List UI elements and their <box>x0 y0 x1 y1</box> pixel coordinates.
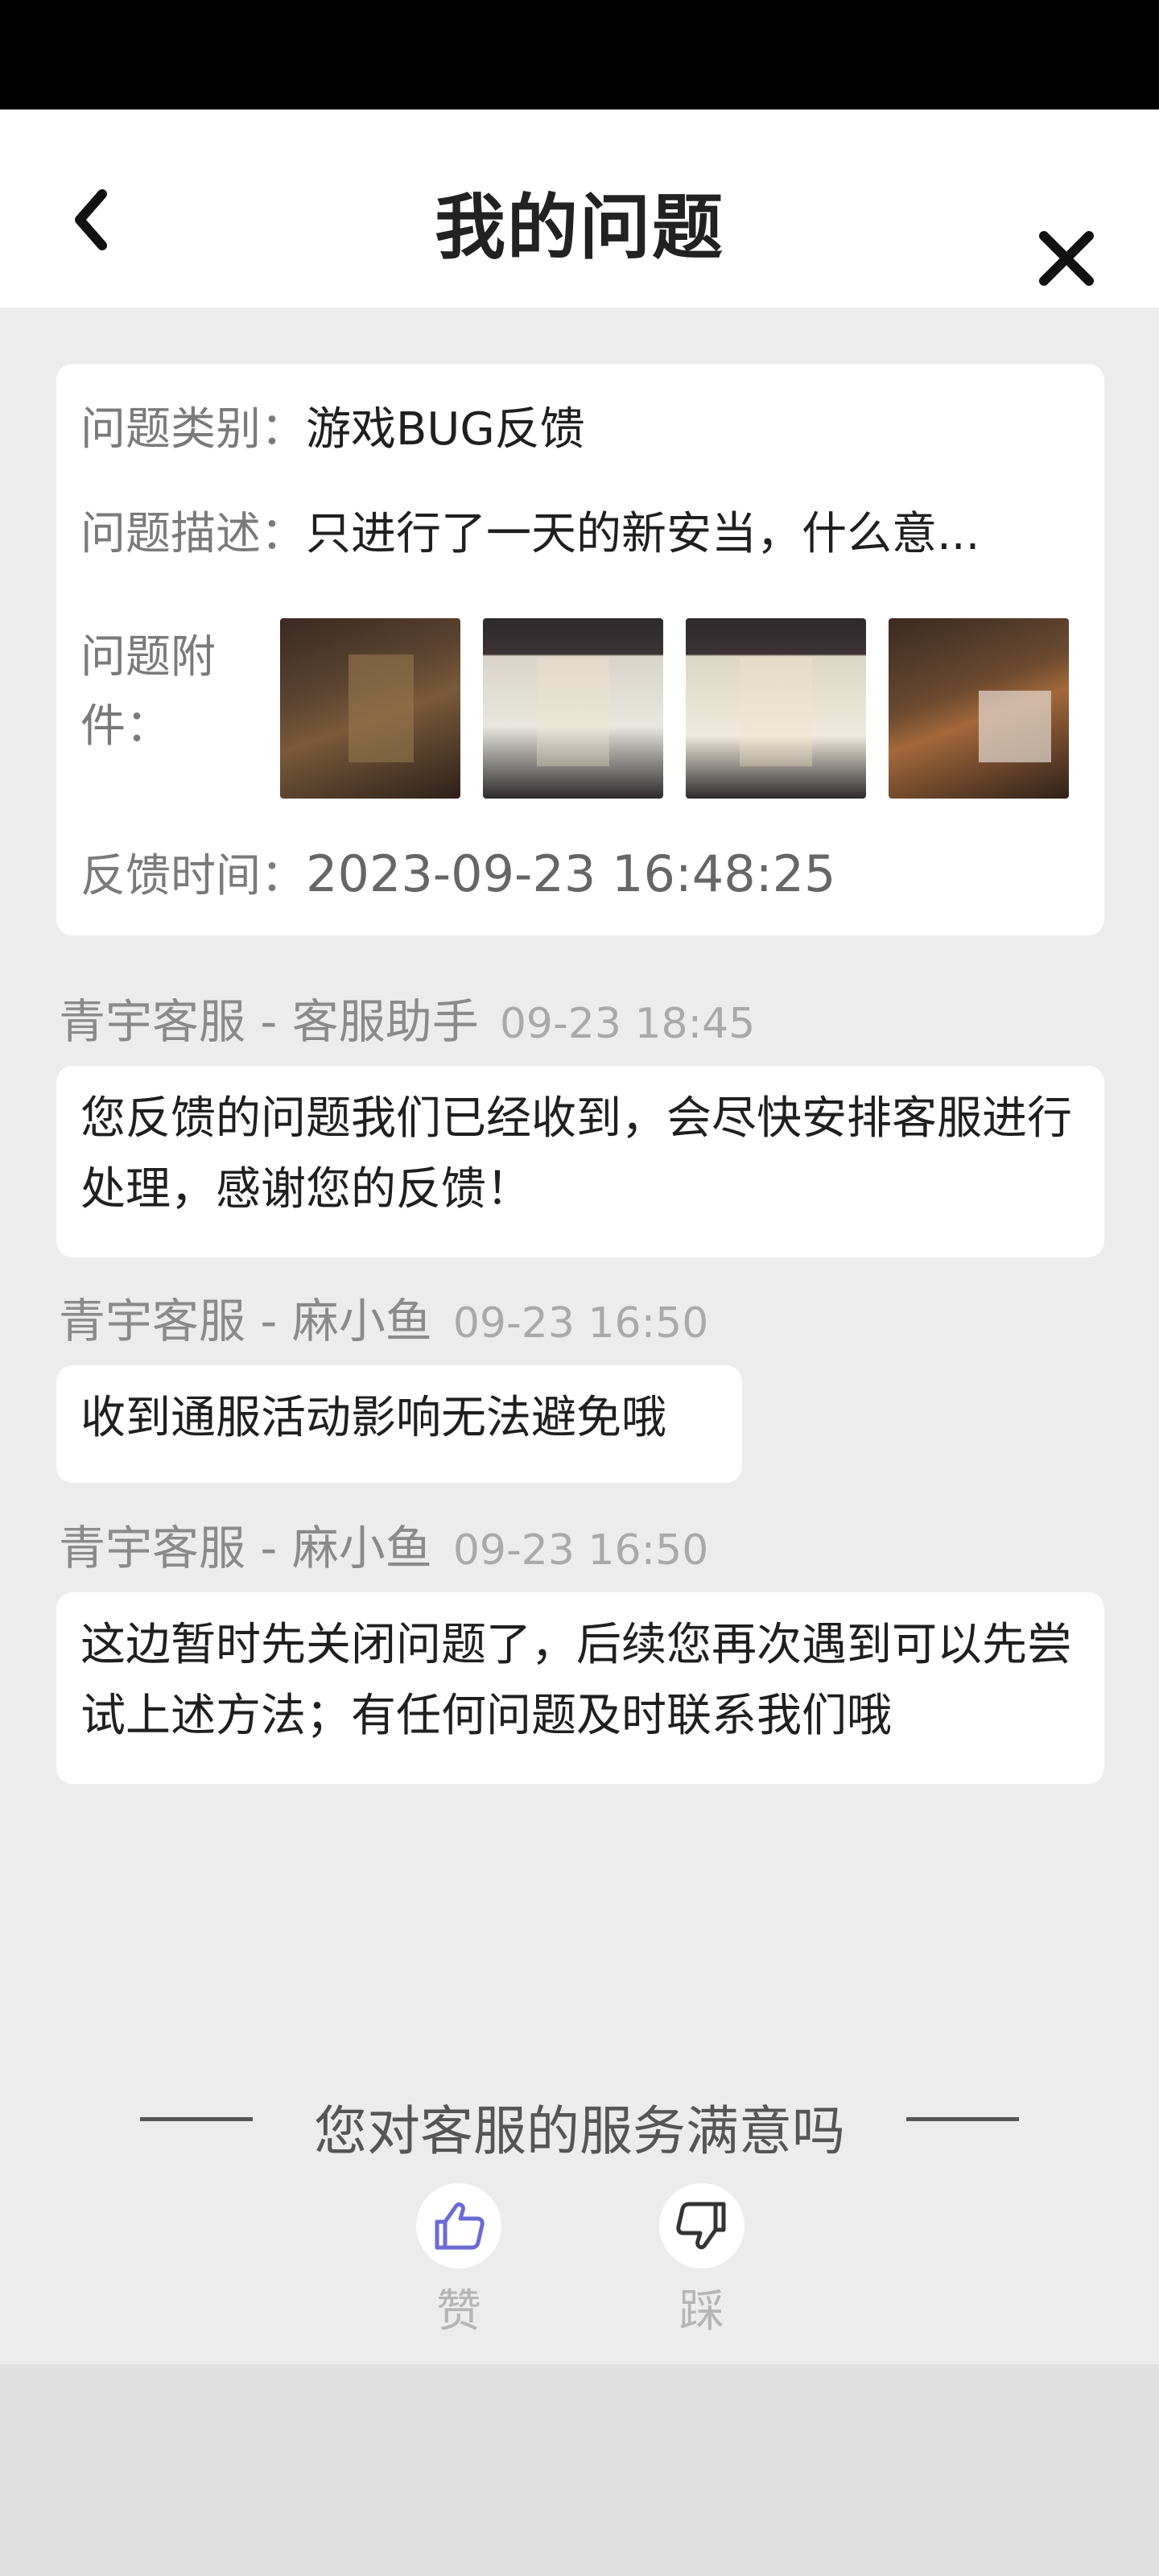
category-row: 问题类别：游戏BUG反馈 <box>80 401 585 459</box>
message-bubble: 您反馈的问题我们已经收到，会尽快安排客服进行处理，感谢您的反馈！ <box>56 1066 1104 1257</box>
attachment-thumbnail-2[interactable] <box>483 618 663 799</box>
bottom-area <box>0 2364 1159 2576</box>
thumbs-up-icon <box>435 2202 485 2250</box>
description-row: 问题描述：只进行了一天的新安当，什么意... <box>80 506 980 564</box>
divider-line <box>906 2117 1019 2121</box>
like-label: 赞 <box>436 2285 481 2338</box>
feedback-time-row: 反馈时间：2023-09-23 16:48:25 <box>80 845 835 906</box>
content-area: 问题类别：游戏BUG反馈 问题描述：只进行了一天的新安当，什么意... 问题附件… <box>0 308 1159 2364</box>
thumbs-down-icon <box>676 2202 726 2250</box>
feedback-time-value: 2023-09-23 16:48:25 <box>306 844 836 903</box>
dislike-button[interactable]: 踩 <box>658 2183 746 2340</box>
close-button[interactable] <box>1029 221 1104 296</box>
description-label: 问题描述： <box>80 508 306 560</box>
like-button[interactable]: 赞 <box>415 2183 503 2340</box>
dislike-label: 踩 <box>679 2285 724 2338</box>
message-time: 09-23 16:50 <box>452 1526 709 1575</box>
header: 我的问题 <box>0 109 1159 308</box>
message-time: 09-23 18:45 <box>499 1000 756 1048</box>
rating-question: 您对客服的服务满意吗 <box>314 2100 845 2162</box>
like-icon-circle <box>416 2183 501 2268</box>
attachments-label: 问题附件： <box>80 631 216 753</box>
message-sender: 青宇客服 - 麻小鱼 09-23 16:50 <box>59 1283 708 1351</box>
message-sender: 青宇客服 - 客服助手 09-23 18:45 <box>59 984 755 1051</box>
sender-name: 青宇客服 - 麻小鱼 <box>59 1521 432 1575</box>
close-icon <box>1039 231 1094 286</box>
issue-info-card: 问题类别：游戏BUG反馈 问题描述：只进行了一天的新安当，什么意... 问题附件… <box>56 364 1104 935</box>
message-bubble: 收到通服活动影响无法避免哦 <box>56 1365 742 1483</box>
sender-name: 青宇客服 - 麻小鱼 <box>59 1294 432 1348</box>
page-title: 我的问题 <box>434 186 724 269</box>
category-label: 问题类别： <box>80 403 306 456</box>
message-sender: 青宇客服 - 麻小鱼 09-23 16:50 <box>59 1510 708 1578</box>
attachment-thumbnails <box>280 618 1069 799</box>
sender-name: 青宇客服 - 客服助手 <box>59 994 479 1049</box>
message-bubble: 这边暂时先关闭问题了，后续您再次遇到可以先尝试上述方法；有任何问题及时联系我们哦 <box>56 1592 1104 1784</box>
attachment-thumbnail-1[interactable] <box>280 618 460 799</box>
dislike-icon-circle <box>659 2183 744 2268</box>
message-time: 09-23 16:50 <box>452 1299 709 1348</box>
attachment-thumbnail-4[interactable] <box>889 618 1069 799</box>
description-value: 只进行了一天的新安当，什么意... <box>306 508 980 560</box>
attachment-thumbnail-3[interactable] <box>686 618 866 799</box>
status-bar <box>0 0 1159 109</box>
category-value: 游戏BUG反馈 <box>306 403 585 456</box>
feedback-time-label: 反馈时间： <box>80 850 306 902</box>
